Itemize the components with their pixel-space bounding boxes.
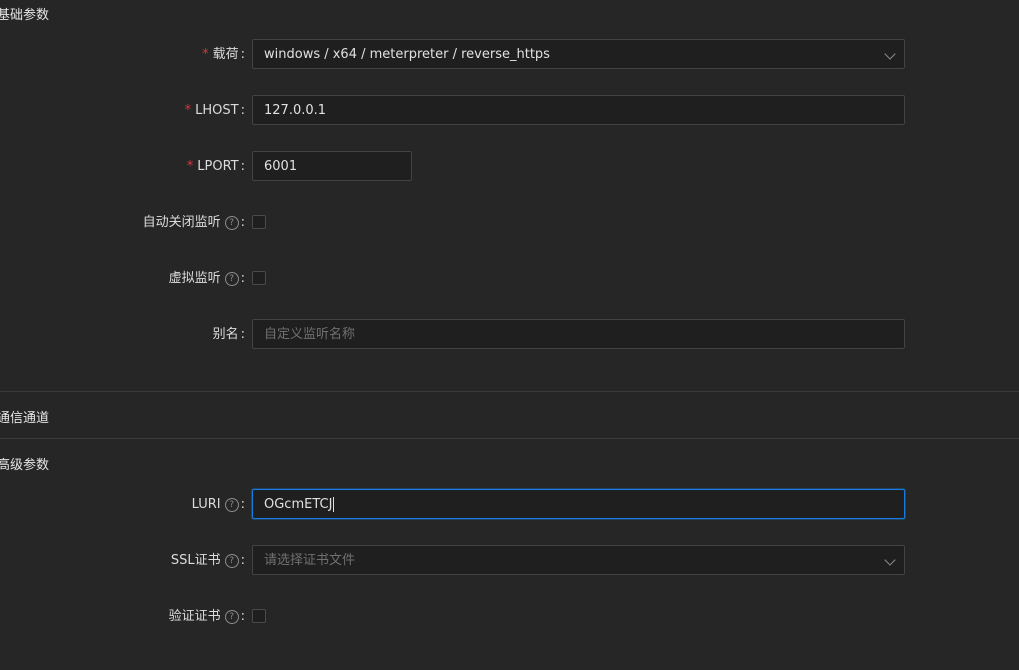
payload-label: 载荷: [212, 47, 239, 62]
lport-input-value: 6001: [264, 159, 298, 174]
verify-cert-checkbox[interactable]: [252, 609, 266, 623]
label-colon: :: [240, 103, 245, 118]
ssl-cert-label-wrap: SSL证书 ? :: [171, 545, 245, 577]
help-icon[interactable]: ?: [224, 498, 239, 512]
label-colon: :: [240, 215, 245, 230]
virtual-label-wrap: 虚拟监听 ? :: [169, 263, 245, 295]
payload-label-wrap: * 载荷 :: [202, 39, 245, 71]
form-row-luri: LURI ? : OGcmETCJ: [0, 489, 1019, 521]
ssl-cert-label: SSL证书: [170, 553, 221, 568]
divider: [0, 391, 1019, 392]
ssl-cert-select[interactable]: 请选择证书文件: [252, 545, 905, 575]
virtual-label: 虚拟监听: [168, 271, 221, 286]
luri-input[interactable]: OGcmETCJ: [252, 489, 905, 519]
form-row-payload: * 载荷 : windows / x64 / meterpreter / rev…: [0, 39, 1019, 71]
label-colon: :: [240, 609, 245, 624]
section-title-basic: 基础参数: [0, 8, 50, 23]
form-row-auto-close: 自动关闭监听 ? :: [0, 207, 1019, 239]
help-icon[interactable]: ?: [224, 554, 239, 568]
ssl-cert-select-placeholder: 请选择证书文件: [264, 553, 356, 568]
lhost-input[interactable]: 127.0.0.1: [252, 95, 905, 125]
divider: [0, 438, 1019, 439]
lport-label-wrap: * LPORT :: [187, 151, 245, 183]
verify-cert-label-wrap: 验证证书 ? :: [169, 601, 245, 633]
label-colon: :: [240, 159, 245, 174]
required-mark: *: [186, 159, 194, 174]
chevron-down-icon: [884, 554, 896, 566]
auto-close-label: 自动关闭监听: [142, 215, 221, 230]
payload-select-value: windows / x64 / meterpreter / reverse_ht…: [264, 47, 550, 62]
form-row-ssl-cert: SSL证书 ? : 请选择证书文件: [0, 545, 1019, 577]
lport-input[interactable]: 6001: [252, 151, 412, 181]
required-mark: *: [184, 103, 192, 118]
text-caret: [333, 497, 335, 512]
alias-input[interactable]: 自定义监听名称: [252, 319, 905, 349]
payload-select[interactable]: windows / x64 / meterpreter / reverse_ht…: [252, 39, 905, 69]
help-icon[interactable]: ?: [224, 272, 239, 286]
help-icon[interactable]: ?: [224, 610, 239, 624]
section-title-advanced: 高级参数: [0, 458, 50, 473]
chevron-down-icon: [884, 48, 896, 60]
label-colon: :: [240, 497, 245, 512]
required-mark: *: [202, 47, 209, 62]
form-row-alias: 别名 : 自定义监听名称: [0, 319, 1019, 351]
form-row-virtual: 虚拟监听 ? :: [0, 263, 1019, 295]
label-colon: :: [240, 327, 245, 342]
form-row-lport: * LPORT : 6001: [0, 151, 1019, 183]
luri-label: LURI: [191, 497, 221, 512]
form-row-verify-cert: 验证证书 ? :: [0, 601, 1019, 633]
label-colon: :: [240, 47, 245, 62]
section-title-comm[interactable]: 通信通道: [0, 407, 49, 426]
lhost-input-value: 127.0.0.1: [264, 103, 327, 118]
alias-label: 别名: [212, 327, 239, 342]
luri-label-wrap: LURI ? :: [192, 489, 245, 521]
help-icon[interactable]: ?: [224, 216, 239, 230]
label-colon: :: [240, 553, 245, 568]
lhost-label: LHOST: [195, 103, 239, 118]
verify-cert-label: 验证证书: [168, 609, 221, 624]
form-row-lhost: * LHOST : 127.0.0.1: [0, 95, 1019, 127]
lhost-label-wrap: * LHOST :: [185, 95, 245, 127]
lport-label: LPORT: [197, 159, 239, 174]
alias-input-placeholder: 自定义监听名称: [264, 327, 356, 342]
virtual-checkbox[interactable]: [252, 271, 266, 285]
alias-label-wrap: 别名 :: [213, 319, 245, 351]
label-colon: :: [240, 271, 245, 286]
auto-close-checkbox[interactable]: [252, 215, 266, 229]
luri-input-value: OGcmETCJ: [264, 497, 333, 512]
auto-close-label-wrap: 自动关闭监听 ? :: [143, 207, 245, 239]
